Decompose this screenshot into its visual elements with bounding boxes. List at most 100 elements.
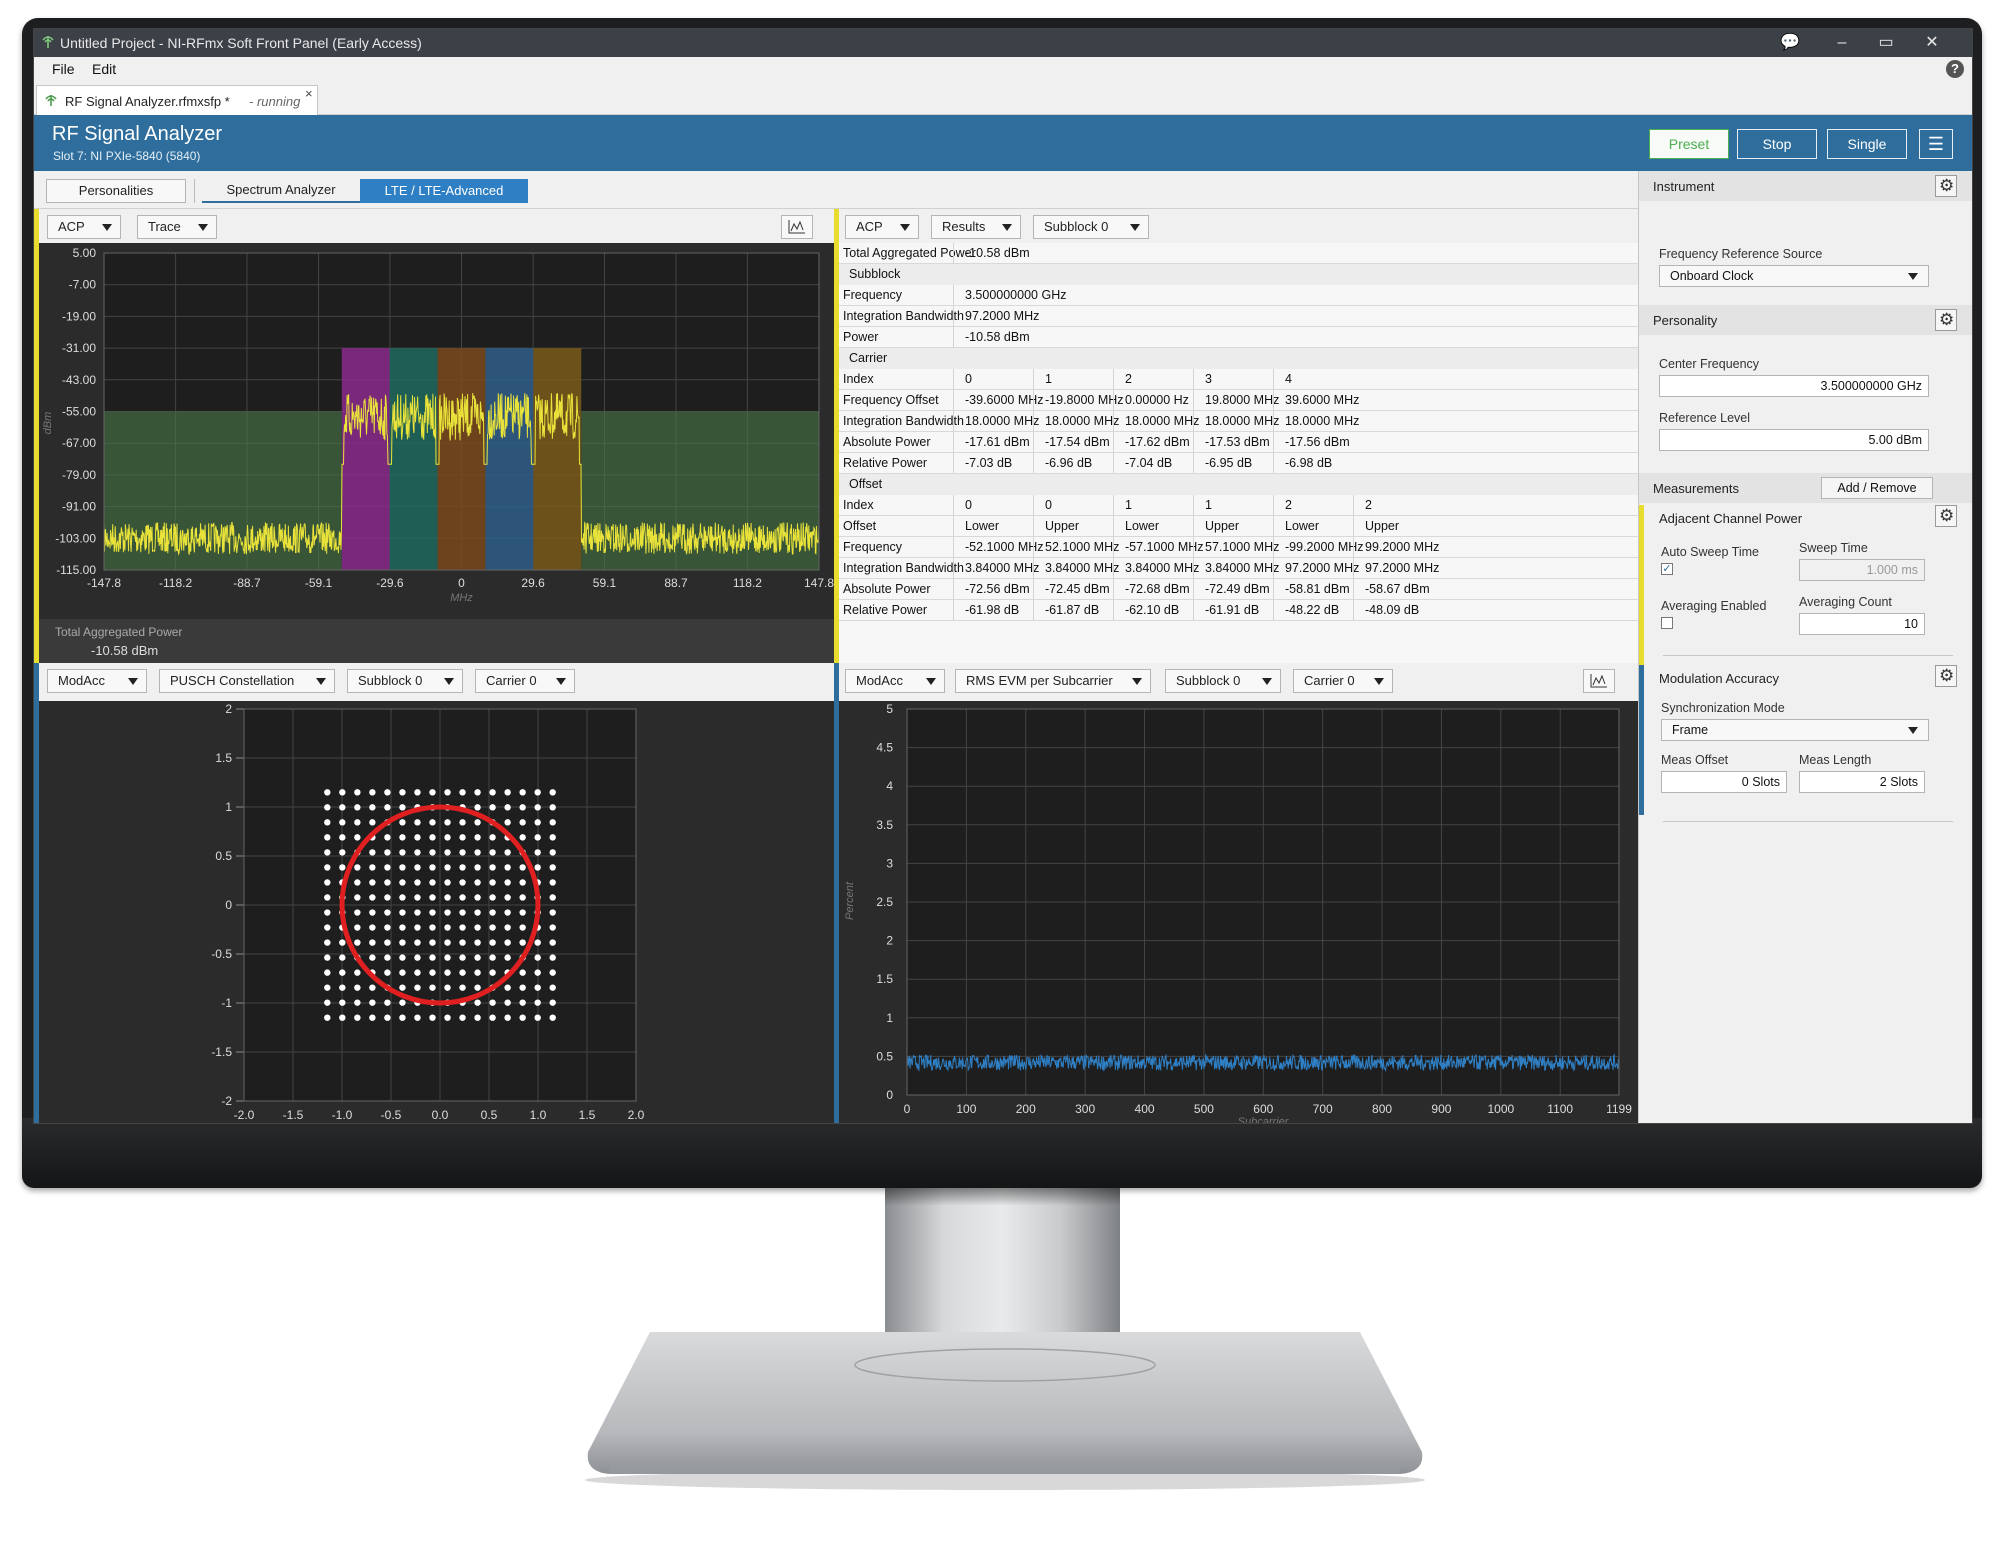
carrier-dropdown[interactable]: Carrier 0: [475, 669, 575, 693]
acp-results-panel: ACP Results Subblock 0 Total Aggregated …: [834, 209, 1638, 663]
stop-button[interactable]: Stop: [1737, 129, 1817, 159]
document-tab[interactable]: RF Signal Analyzer.rfmxsfp * - running ×: [36, 85, 318, 115]
constellation-point: [444, 954, 451, 961]
constellation-point: [324, 804, 331, 811]
constellation-point: [474, 939, 481, 946]
constellation-point: [324, 849, 331, 856]
constellation-plot[interactable]: -2.0 -1.5 -1.0 -0.5 0.0 0.5 1.0 1.5 2.0 2 1.5 1 0.5 0…: [39, 701, 834, 1123]
measurement-dropdown[interactable]: ModAcc: [845, 669, 945, 693]
measurement-dropdown[interactable]: ACP: [47, 215, 121, 239]
chevron-down-icon: [128, 678, 138, 685]
instrument-settings-button[interactable]: ⚙: [1935, 175, 1957, 197]
view-dropdown[interactable]: RMS EVM per Subcarrier: [955, 669, 1151, 693]
constellation-point: [324, 969, 331, 976]
auto-sweep-checkbox[interactable]: ✓: [1661, 563, 1673, 575]
meas-offset-field[interactable]: 0 Slots: [1661, 771, 1787, 793]
constellation-point: [354, 819, 361, 826]
column-divider: [1273, 537, 1274, 558]
table-cell: 2: [1365, 498, 1372, 512]
measurement-dropdown-value: ModAcc: [58, 673, 105, 688]
table-cell: -58.81 dBm: [1285, 582, 1350, 596]
avg-count-field[interactable]: 10: [1799, 613, 1925, 635]
feedback-icon[interactable]: 💬: [1772, 31, 1808, 55]
column-divider: [953, 432, 954, 453]
ref-level-field[interactable]: 5.00 dBm: [1659, 429, 1929, 451]
constellation-point: [354, 924, 361, 931]
table-cell: -58.67 dBm: [1365, 582, 1430, 596]
x-tick-label: -88.7: [233, 576, 261, 590]
meas-length-field[interactable]: 2 Slots: [1799, 771, 1925, 793]
avg-enabled-checkbox[interactable]: [1661, 617, 1673, 629]
constellation-point: [354, 909, 361, 916]
freq-ref-select[interactable]: Onboard Clock: [1659, 265, 1929, 287]
personalities-button[interactable]: Personalities: [46, 179, 186, 203]
table-cell: 57.1000 MHz: [1205, 540, 1280, 554]
chevron-down-icon: [900, 224, 910, 231]
tab-lte-advanced[interactable]: LTE / LTE-Advanced: [360, 179, 528, 203]
sweep-time-field[interactable]: 1.000 ms: [1799, 559, 1925, 581]
chevron-down-icon: [102, 224, 112, 231]
constellation-point: [354, 984, 361, 991]
close-tab-icon[interactable]: ×: [305, 86, 313, 101]
column-divider: [953, 537, 954, 558]
single-button[interactable]: Single: [1827, 129, 1907, 159]
help-icon[interactable]: ?: [1946, 60, 1964, 78]
menu-file[interactable]: File: [52, 61, 75, 77]
acp-accent-bar: [1639, 505, 1644, 665]
table-cell: 18.0000 MHz: [1045, 414, 1120, 428]
graph-options-button[interactable]: [1583, 669, 1615, 693]
view-dropdown[interactable]: PUSCH Constellation: [159, 669, 335, 693]
constellation-point: [429, 819, 436, 826]
acp-section-title: Adjacent Channel Power: [1659, 511, 1803, 526]
table-cell: 3.84000 MHz: [1205, 561, 1280, 575]
modacc-settings-button[interactable]: ⚙: [1935, 665, 1957, 687]
x-tick-label: -1.5: [283, 1108, 304, 1122]
column-divider: [953, 411, 954, 432]
constellation-point: [324, 894, 331, 901]
subblock-dropdown[interactable]: Subblock 0: [1165, 669, 1281, 693]
sync-mode-select[interactable]: Frame: [1661, 719, 1929, 741]
constellation-point: [504, 984, 511, 991]
constellation-point: [474, 804, 481, 811]
add-remove-button[interactable]: Add / Remove: [1821, 477, 1933, 499]
constellation-point: [474, 909, 481, 916]
constellation-point: [399, 999, 406, 1006]
evm-plot[interactable]: 0 100 200 300 400 500 600 700 800 900 1000 1100 1199…: [839, 701, 1638, 1123]
tab-spectrum-analyzer[interactable]: Spectrum Analyzer: [202, 179, 360, 203]
constellation-point: [444, 789, 451, 796]
constellation-point: [339, 1014, 346, 1021]
carrier-dropdown[interactable]: Carrier 0: [1293, 669, 1393, 693]
subblock-dropdown[interactable]: Subblock 0: [347, 669, 463, 693]
minimize-button[interactable]: –: [1824, 31, 1860, 55]
column-divider: [1033, 516, 1034, 537]
acp-spectrum-plot[interactable]: -147.8 -118.2 -88.7 -59.1 -29.6 0 29.6 59.1 88.7…: [39, 243, 834, 619]
view-dropdown[interactable]: Results: [931, 215, 1021, 239]
y-tick-label: -1.5: [211, 1045, 232, 1059]
menu-icon[interactable]: ☰: [1919, 129, 1953, 159]
maximize-button[interactable]: ▭: [1868, 31, 1904, 55]
constellation-point: [369, 789, 376, 796]
graph-options-button[interactable]: [781, 215, 813, 239]
subblock-dropdown-value: Subblock 0: [358, 673, 423, 688]
constellation-point: [414, 969, 421, 976]
close-button[interactable]: ✕: [1914, 31, 1950, 55]
measurement-dropdown[interactable]: ModAcc: [47, 669, 147, 693]
view-dropdown[interactable]: Trace: [137, 215, 217, 239]
center-freq-field[interactable]: 3.500000000 GHz: [1659, 375, 1929, 397]
constellation-point: [489, 999, 496, 1006]
preset-button[interactable]: Preset: [1649, 129, 1729, 159]
constellation-point: [549, 909, 556, 916]
subblock-dropdown[interactable]: Subblock 0: [1033, 215, 1149, 239]
constellation-point: [384, 834, 391, 841]
acp-settings-button[interactable]: ⚙: [1935, 505, 1957, 527]
carrier-dropdown-value: Carrier 0: [1304, 673, 1355, 688]
personality-settings-button[interactable]: ⚙: [1935, 309, 1957, 331]
constellation-point: [504, 939, 511, 946]
constellation-point: [489, 789, 496, 796]
measurement-dropdown[interactable]: ACP: [845, 215, 919, 239]
table-row: Index 0 1 2 3 4: [839, 369, 1638, 390]
table-cell: -62.10 dB: [1125, 603, 1180, 617]
sweep-time-label: Sweep Time: [1799, 541, 1868, 555]
menu-edit[interactable]: Edit: [92, 61, 116, 77]
y-tick-label: 2: [886, 934, 893, 948]
